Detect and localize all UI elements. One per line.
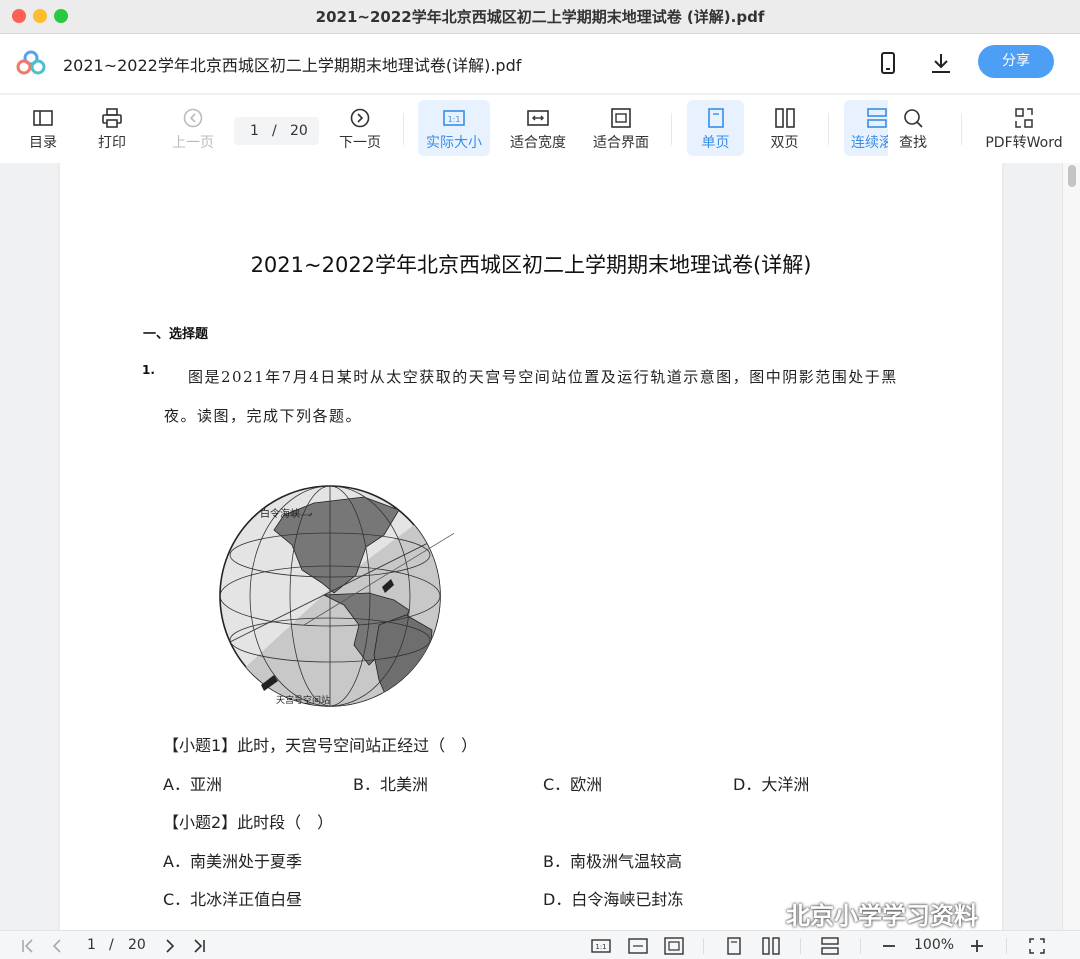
first-page-icon[interactable] bbox=[20, 935, 36, 957]
sub1-option-a: A．亚洲 bbox=[163, 775, 222, 794]
convert-icon bbox=[1015, 108, 1033, 128]
print-icon bbox=[102, 108, 122, 128]
sub1-option-b: B．北美洲 bbox=[353, 775, 428, 794]
bottom-divider bbox=[860, 938, 861, 954]
continuous-scroll-icon bbox=[867, 108, 887, 128]
bottom-page-total: 20 bbox=[128, 937, 146, 953]
bottom-divider bbox=[1006, 938, 1007, 954]
download-icon[interactable] bbox=[929, 51, 953, 75]
single-page-icon bbox=[707, 108, 724, 128]
fit-page-icon bbox=[611, 108, 631, 128]
sub1-option-d: D．大洋洲 bbox=[733, 775, 810, 794]
chevron-left-circle-icon bbox=[183, 108, 203, 128]
fullscreen-icon[interactable] bbox=[1027, 935, 1047, 957]
app-header: 2021~2022学年北京西城区初二上学期期末地理试卷(详解).pdf 分享 bbox=[0, 34, 1080, 94]
globe-diagram: 白令海峡 天宫号空间站 bbox=[219, 485, 454, 707]
double-page-button[interactable]: 双页 bbox=[757, 100, 812, 156]
fit-width-button[interactable]: 适合宽度 bbox=[504, 100, 572, 156]
search-icon bbox=[904, 109, 923, 128]
sub2-option-c: C．北冰洋正值白昼 bbox=[163, 890, 303, 909]
bottom-page-current[interactable]: 1 bbox=[87, 937, 96, 953]
actual-size-button[interactable]: 1:1 实际大小 bbox=[418, 100, 490, 156]
question-text-line2: 夜。读图，完成下列各题。 bbox=[164, 407, 363, 425]
toc-button[interactable]: 目录 bbox=[18, 100, 68, 156]
single-page-button[interactable]: 单页 bbox=[687, 100, 744, 156]
prev-page-button[interactable]: 上一页 bbox=[165, 100, 221, 156]
single-page-small-icon[interactable] bbox=[724, 935, 744, 957]
sub2-option-d: D．白令海峡已封冻 bbox=[543, 890, 684, 909]
fit-width-icon bbox=[527, 110, 549, 126]
pdf-to-word-button[interactable]: PDF转Word bbox=[982, 100, 1066, 156]
prev-page-icon[interactable] bbox=[50, 935, 64, 957]
phone-icon[interactable] bbox=[876, 51, 900, 75]
sub2-option-a: A．南美洲处于夏季 bbox=[163, 852, 302, 871]
next-page-button[interactable]: 下一页 bbox=[332, 100, 388, 156]
pdf-page: 2021~2022学年北京西城区初二上学期期末地理试卷(详解) 一、选择题 1.… bbox=[60, 163, 1002, 930]
question-text-line1: 图是2021年7月4日某时从太空获取的天宫号空间站位置及运行轨道示意图，图中阴影… bbox=[188, 368, 898, 386]
page-separator: / bbox=[272, 123, 277, 139]
watermark-text: 北京小学学习资料 bbox=[786, 902, 978, 930]
double-page-icon bbox=[774, 108, 795, 128]
svg-text:1:1: 1:1 bbox=[595, 943, 606, 951]
bottom-bar: 1 / 20 1:1 100% bbox=[0, 930, 1080, 959]
fit-page-button[interactable]: 适合界面 bbox=[587, 100, 655, 156]
question-number: 1. bbox=[142, 363, 155, 377]
page-title: 2021~2022学年北京西城区初二上学期期末地理试卷(详解) bbox=[250, 253, 812, 277]
page-number-field[interactable]: 1 / 20 bbox=[234, 117, 319, 145]
vertical-scrollbar[interactable] bbox=[1062, 163, 1080, 930]
page-total: 20 bbox=[290, 123, 308, 139]
bottom-divider bbox=[800, 938, 801, 954]
toolbar: 目录 打印 上一页 1 / 20 下一页 1:1 实际大小 适合宽度 适合界面 … bbox=[0, 95, 1080, 163]
find-button[interactable]: 查找 bbox=[888, 100, 938, 156]
subquestion-2: 【小题2】此时段（ ） bbox=[163, 813, 334, 832]
scrollbar-thumb[interactable] bbox=[1068, 165, 1076, 187]
document-viewport[interactable]: 2021~2022学年北京西城区初二上学期期末地理试卷(详解) 一、选择题 1.… bbox=[0, 163, 1080, 930]
svg-text:1:1: 1:1 bbox=[448, 115, 461, 124]
share-button[interactable]: 分享 bbox=[978, 45, 1054, 78]
zoom-level[interactable]: 100% bbox=[914, 937, 954, 953]
zoom-out-icon[interactable] bbox=[881, 935, 897, 957]
fit-width-small-icon[interactable] bbox=[627, 935, 649, 957]
fit-page-small-icon[interactable] bbox=[663, 935, 685, 957]
actual-size-small-icon[interactable]: 1:1 bbox=[590, 935, 612, 957]
sub2-option-b: B．南极洲气温较高 bbox=[543, 852, 682, 871]
toolbar-divider bbox=[828, 113, 829, 145]
zoom-in-icon[interactable] bbox=[969, 935, 985, 957]
page-current: 1 bbox=[250, 123, 259, 139]
bottom-divider bbox=[703, 938, 704, 954]
toc-icon bbox=[33, 110, 53, 126]
map-label-station: 天宫号空间站 bbox=[276, 694, 330, 706]
chevron-right-circle-icon bbox=[350, 108, 370, 128]
app-logo-icon bbox=[16, 50, 46, 75]
window-title: 2021~2022学年北京西城区初二上学期期末地理试卷 (详解).pdf bbox=[315, 8, 765, 26]
title-bar: 2021~2022学年北京西城区初二上学期期末地理试卷 (详解).pdf bbox=[0, 0, 1080, 34]
subquestion-1: 【小题1】此时，天宫号空间站正经过（ ） bbox=[163, 736, 478, 755]
sub1-option-c: C．欧洲 bbox=[543, 775, 603, 794]
app-window: 2021~2022学年北京西城区初二上学期期末地理试卷 (详解).pdf 202… bbox=[0, 0, 1080, 959]
document-name: 2021~2022学年北京西城区初二上学期期末地理试卷(详解).pdf bbox=[63, 56, 522, 75]
print-button[interactable]: 打印 bbox=[87, 100, 137, 156]
next-page-icon[interactable] bbox=[163, 935, 177, 957]
last-page-icon[interactable] bbox=[191, 935, 207, 957]
map-label-strait: 白令海峡 bbox=[260, 507, 300, 520]
actual-size-icon: 1:1 bbox=[443, 110, 465, 126]
bottom-page-separator: / bbox=[109, 937, 114, 953]
toolbar-divider bbox=[961, 113, 962, 145]
section-heading: 一、选择题 bbox=[143, 327, 209, 342]
continuous-scroll-button[interactable]: 连续滚 bbox=[844, 100, 888, 156]
continuous-small-icon[interactable] bbox=[820, 935, 840, 957]
toolbar-divider bbox=[403, 113, 404, 145]
toolbar-divider bbox=[671, 113, 672, 145]
double-page-small-icon[interactable] bbox=[761, 935, 781, 957]
